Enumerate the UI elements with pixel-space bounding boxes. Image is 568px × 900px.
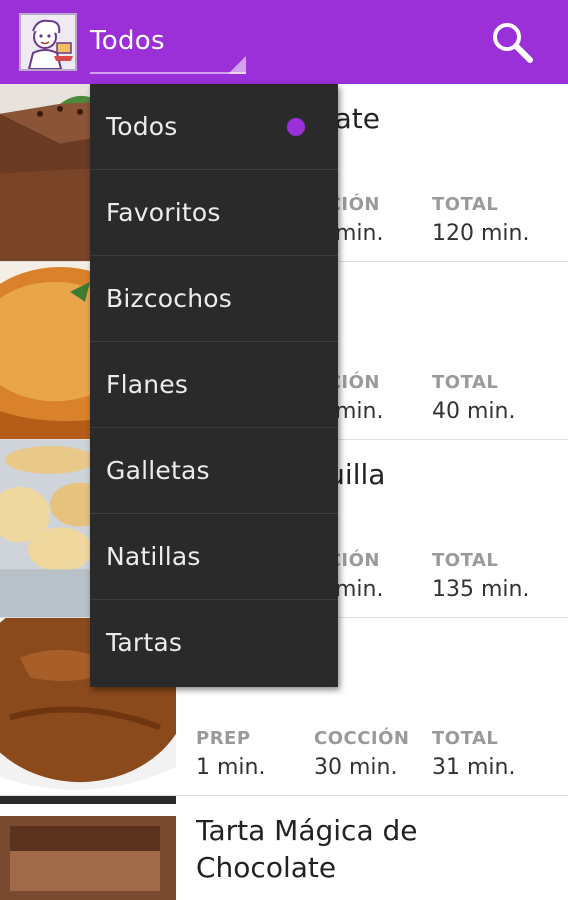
category-dropdown-menu: Todos Favoritos Bizcochos Flanes Galleta…	[90, 84, 338, 687]
menu-item-label: Natillas	[106, 542, 201, 571]
coccion-block: COCCIÓN 30 min.	[314, 728, 410, 780]
spinner-underline	[90, 72, 246, 74]
menu-item-natillas[interactable]: Natillas	[90, 514, 338, 600]
menu-item-todos[interactable]: Todos	[90, 84, 338, 170]
total-label: TOTAL	[432, 194, 499, 215]
total-block: TOTAL 135 min.	[432, 550, 529, 602]
menu-item-label: Bizcochos	[106, 284, 232, 313]
spinner-arrow-icon	[228, 56, 246, 74]
total-label: TOTAL	[432, 550, 499, 571]
total-value: 31 min.	[432, 755, 516, 780]
total-block: TOTAL 40 min.	[432, 372, 515, 424]
action-bar: Todos	[0, 0, 568, 84]
prep-block: PREP 1 min.	[196, 728, 265, 780]
menu-item-label: Favoritos	[106, 198, 221, 227]
total-block: TOTAL 120 min.	[432, 194, 529, 246]
coccion-label: COCCIÓN	[314, 728, 410, 749]
menu-item-favoritos[interactable]: Favoritos	[90, 170, 338, 256]
recipe-thumbnail-magic-cake	[0, 796, 176, 900]
category-spinner[interactable]: Todos	[90, 18, 246, 76]
menu-item-tartas[interactable]: Tartas	[90, 600, 338, 686]
total-value: 120 min.	[432, 221, 530, 246]
total-block: TOTAL 31 min.	[432, 728, 515, 780]
recipe-title: Tarta Mágica de Chocolate	[196, 814, 418, 884]
app-logo-icon[interactable]	[19, 13, 77, 71]
coccion-value: 30 min.	[314, 755, 398, 780]
prep-label: PREP	[196, 728, 251, 749]
menu-item-label: Tartas	[106, 628, 183, 657]
total-label: TOTAL	[432, 728, 499, 749]
menu-item-flanes[interactable]: Flanes	[90, 342, 338, 428]
menu-item-label: Flanes	[106, 370, 189, 399]
total-label: TOTAL	[432, 372, 499, 393]
menu-item-label: Galletas	[106, 456, 210, 485]
menu-item-galletas[interactable]: Galletas	[90, 428, 338, 514]
menu-item-label: Todos	[106, 112, 178, 141]
category-spinner-label: Todos	[90, 26, 165, 56]
selected-radio-icon	[287, 118, 305, 136]
recipe-row[interactable]: Tarta Mágica de Chocolate	[0, 796, 568, 900]
total-value: 135 min.	[432, 577, 530, 602]
search-icon[interactable]	[488, 18, 538, 68]
menu-item-bizcochos[interactable]: Bizcochos	[90, 256, 338, 342]
total-value: 40 min.	[432, 399, 516, 424]
prep-value: 1 min.	[196, 755, 266, 780]
